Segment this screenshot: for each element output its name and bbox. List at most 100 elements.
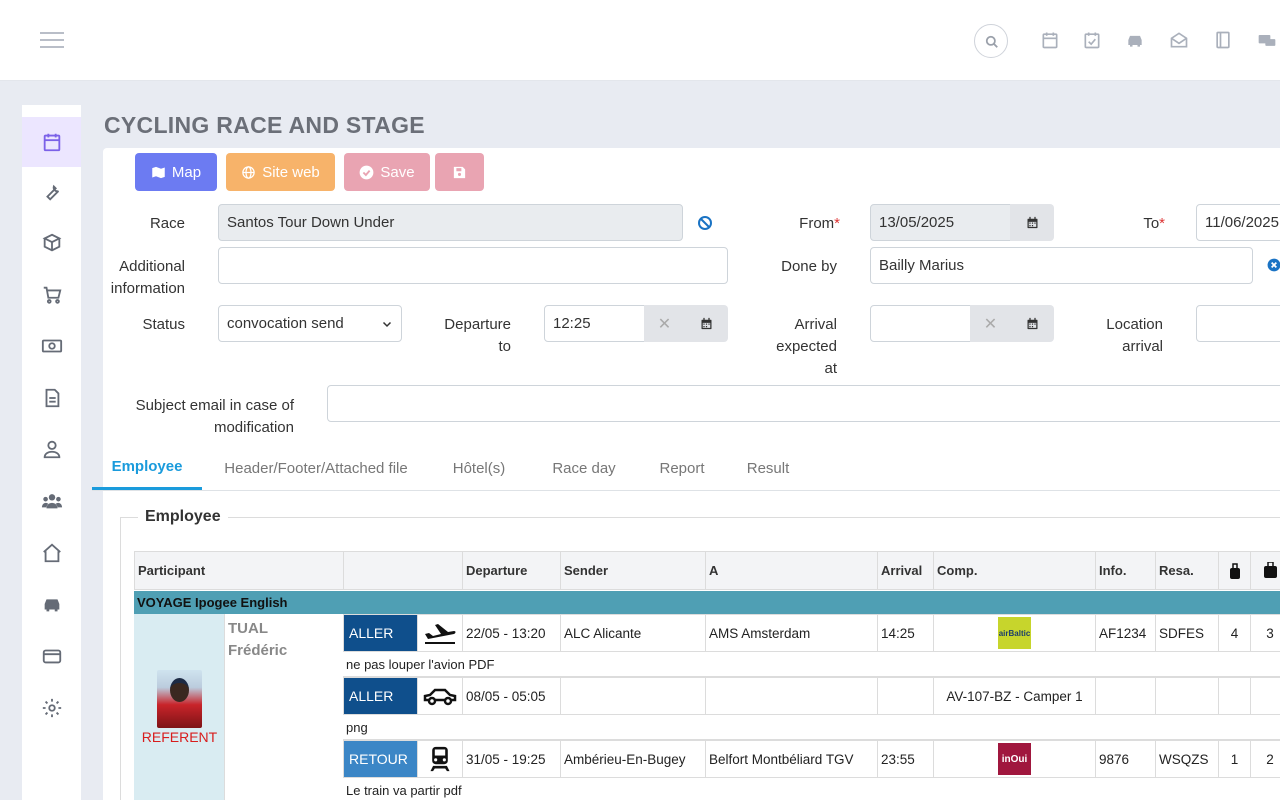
from-calendar-button[interactable] <box>1010 204 1054 241</box>
participant-photo-cell: REFERENT <box>134 614 225 800</box>
direction-cell: RETOUR <box>343 740 418 778</box>
header-participant: Participant <box>134 551 344 590</box>
company-cell: airBaltic <box>933 614 1096 652</box>
airbaltic-logo: airBaltic <box>998 617 1031 649</box>
destination-cell: AMS Amsterdam <box>705 614 878 652</box>
tab-employee[interactable]: Employee <box>92 446 202 490</box>
menu-icon[interactable] <box>40 32 64 50</box>
large-bag-count <box>1250 677 1280 715</box>
map-icon <box>152 166 165 178</box>
departure-clear-button[interactable]: ✕ <box>644 305 685 342</box>
sidebar-item-home[interactable] <box>22 528 81 578</box>
subject-email-label: Subject email in case of modification <box>135 397 294 436</box>
save-button[interactable]: Save <box>344 153 430 191</box>
search-button[interactable] <box>974 24 1008 58</box>
race-field[interactable]: Santos Tour Down Under <box>218 204 683 241</box>
sidebar-item-settings[interactable] <box>22 683 81 733</box>
tab-hotels[interactable]: Hôtel(s) <box>440 446 518 490</box>
ban-icon[interactable] <box>697 215 713 231</box>
status-label: Status <box>142 316 185 333</box>
clear-circle-icon[interactable] <box>1267 258 1280 272</box>
departure-cell: 22/05 - 13:20 <box>462 614 561 652</box>
referent-label: REFERENT <box>141 729 218 745</box>
car-icon <box>44 599 59 612</box>
arrival-calendar-button[interactable] <box>1011 305 1054 342</box>
book-icon[interactable] <box>1213 30 1233 50</box>
avatar <box>157 670 202 728</box>
home-icon <box>42 543 61 563</box>
boxes-icon <box>42 233 61 252</box>
wrench-icon <box>45 184 59 201</box>
arrival-cell: 14:25 <box>877 614 934 652</box>
arrival-time-field[interactable] <box>870 305 971 342</box>
travel-table: Participant Departure Sender A Arrival C… <box>134 551 1280 800</box>
departure-time-field[interactable]: 12:25 <box>544 305 645 342</box>
reservation-cell <box>1155 677 1219 715</box>
location-arrival-field[interactable] <box>1196 305 1280 342</box>
from-label: From* <box>799 215 840 232</box>
tab-result[interactable]: Result <box>736 446 800 490</box>
destination-cell <box>705 677 878 715</box>
arrival-cell: 23:55 <box>877 740 934 778</box>
subject-email-field[interactable] <box>327 385 1280 422</box>
row-note: Le train va partir pdf <box>343 778 1280 800</box>
globe-icon <box>242 165 255 179</box>
calendar-icon <box>701 317 712 330</box>
floppy-disk-icon <box>453 166 466 178</box>
map-button[interactable]: Map <box>135 153 217 191</box>
done-by-field[interactable]: Bailly Marius <box>870 247 1253 284</box>
departure-calendar-button[interactable] <box>685 305 728 342</box>
save-button-label: Save <box>380 163 415 181</box>
sidebar-item-wallet[interactable] <box>22 631 81 681</box>
header-arrival: Arrival <box>877 551 934 590</box>
status-select[interactable]: convocation send <box>218 305 402 342</box>
reservation-cell: WSQZS <box>1155 740 1219 778</box>
sidebar-item-tools[interactable] <box>22 167 81 217</box>
to-label: To* <box>1143 215 1165 232</box>
large-bag-count: 3 <box>1250 614 1280 652</box>
users-icon <box>41 494 62 509</box>
to-date-field[interactable]: 11/06/2025 <box>1196 204 1280 241</box>
sidebar-item-users[interactable] <box>22 476 81 526</box>
sidebar-item-documents[interactable] <box>22 373 81 423</box>
company-cell: AV-107-BZ - Camper 1 <box>933 677 1096 715</box>
inoui-logo: inOui <box>998 743 1031 775</box>
chevron-down-icon <box>382 321 392 327</box>
sidebar-item-money[interactable] <box>22 321 81 371</box>
race-label: Race <box>149 215 185 232</box>
from-date-field[interactable]: 13/05/2025 <box>870 204 1011 241</box>
large-bag-count: 2 <box>1250 740 1280 778</box>
sidebar-item-cart[interactable] <box>22 270 81 320</box>
header-company: Comp. <box>933 551 1096 590</box>
tab-header-footer[interactable]: Header/Footer/Attached file <box>212 446 420 490</box>
website-button[interactable]: Site web <box>226 153 335 191</box>
arrival-cell <box>877 677 934 715</box>
done-by-label: Done by <box>781 258 837 275</box>
car-icon[interactable] <box>1125 30 1145 50</box>
envelope-open-icon[interactable] <box>1169 30 1189 50</box>
calendar-icon[interactable] <box>1040 30 1060 50</box>
calendar-check-icon[interactable] <box>1082 30 1102 50</box>
tab-divider <box>92 490 1280 491</box>
direction-cell: ALLER <box>343 614 418 652</box>
group-row: VOYAGE Ipogee English <box>134 591 1280 614</box>
additional-information-field[interactable] <box>218 247 728 284</box>
sidebar-item-user[interactable] <box>22 424 81 474</box>
tab-race-day[interactable]: Race day <box>540 446 628 490</box>
page-title: CYCLING RACE AND STAGE <box>104 112 425 138</box>
check-circle-icon <box>360 165 374 179</box>
tab-report[interactable]: Report <box>648 446 716 490</box>
document-icon <box>45 388 59 408</box>
save-disk-button[interactable] <box>435 153 484 191</box>
sidebar-item-calendar[interactable] <box>22 117 81 167</box>
sidebar-item-car[interactable] <box>22 579 81 629</box>
sender-cell <box>560 677 706 715</box>
header-destination: A <box>705 551 878 590</box>
arrival-clear-button[interactable]: ✕ <box>970 305 1011 342</box>
row-note: ne pas louper l'avion PDF <box>343 652 1280 677</box>
vehicles-icon[interactable] <box>1257 30 1277 50</box>
destination-cell: Belfort Montbéliard TGV <box>705 740 878 778</box>
departure-cell: 08/05 - 05:05 <box>462 677 561 715</box>
calendar-icon <box>43 133 60 152</box>
sidebar-item-boxes[interactable] <box>22 218 81 268</box>
